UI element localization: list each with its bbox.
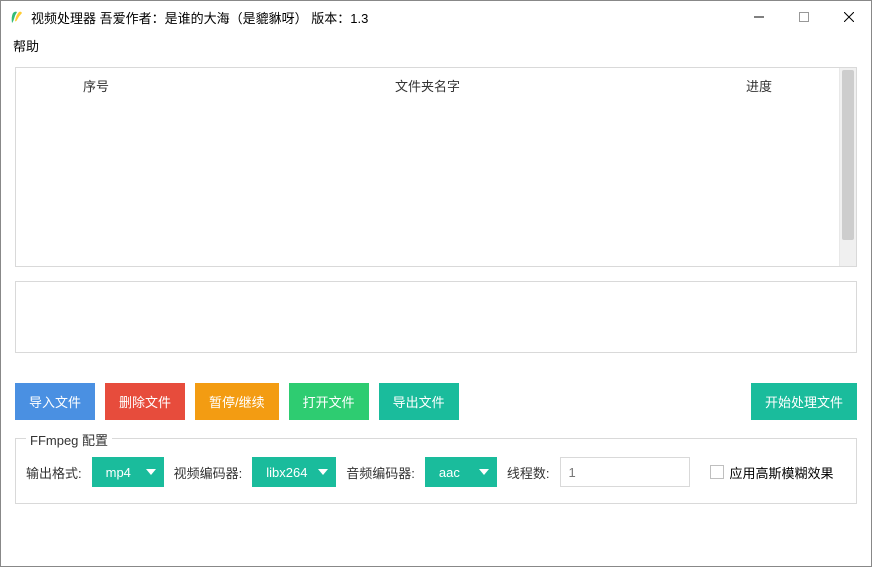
start-process-button[interactable]: 开始处理文件 [751,383,857,420]
window-maximize-button[interactable] [781,2,826,32]
pause-resume-button[interactable]: 暂停/继续 [195,383,279,420]
scrollbar-thumb[interactable] [842,70,854,240]
gaussian-blur-checkbox[interactable]: 应用高斯模糊效果 [710,463,834,482]
threads-label: 线程数: [507,463,550,482]
export-button[interactable]: 导出文件 [379,383,459,420]
gaussian-blur-label: 应用高斯模糊效果 [730,463,834,482]
window-titlebar: 视频处理器 吾爱作者：是谁的大海（是貔貅呀） 版本：1.3 [1,1,871,33]
menu-bar: 帮助 [1,33,871,57]
ffmpeg-legend: FFmpeg 配置 [26,430,112,449]
import-button[interactable]: 导入文件 [15,383,95,420]
menu-help[interactable]: 帮助 [7,34,45,57]
audio-codec-select[interactable]: aac [425,457,497,487]
output-format-value: mp4 [106,465,138,480]
chevron-down-icon [479,467,489,477]
output-format-select[interactable]: mp4 [92,457,164,487]
audio-codec-label: 音频编码器: [346,463,415,482]
video-codec-value: libx264 [266,465,310,480]
log-output[interactable] [15,281,857,353]
chevron-down-icon [318,467,328,477]
video-codec-label: 视频编码器: [174,463,243,482]
delete-button[interactable]: 删除文件 [105,383,185,420]
window-close-button[interactable] [826,2,871,32]
video-codec-select[interactable]: libx264 [252,457,336,487]
column-header-progress[interactable]: 进度 [679,76,839,258]
checkbox-box [710,465,724,479]
ffmpeg-config-group: FFmpeg 配置 输出格式: mp4 视频编码器: libx264 音频编码器… [15,438,857,504]
output-format-label: 输出格式: [26,463,82,482]
open-button[interactable]: 打开文件 [289,383,369,420]
file-list: 序号 文件夹名字 进度 [15,67,857,267]
chevron-down-icon [146,467,156,477]
app-icon [9,9,25,25]
column-header-seq[interactable]: 序号 [16,76,176,258]
threads-input[interactable] [560,457,690,487]
audio-codec-value: aac [439,465,471,480]
column-header-name[interactable]: 文件夹名字 [176,76,679,258]
list-scrollbar[interactable] [839,68,856,266]
window-title: 视频处理器 吾爱作者：是谁的大海（是貔貅呀） 版本：1.3 [31,8,736,27]
window-minimize-button[interactable] [736,2,781,32]
